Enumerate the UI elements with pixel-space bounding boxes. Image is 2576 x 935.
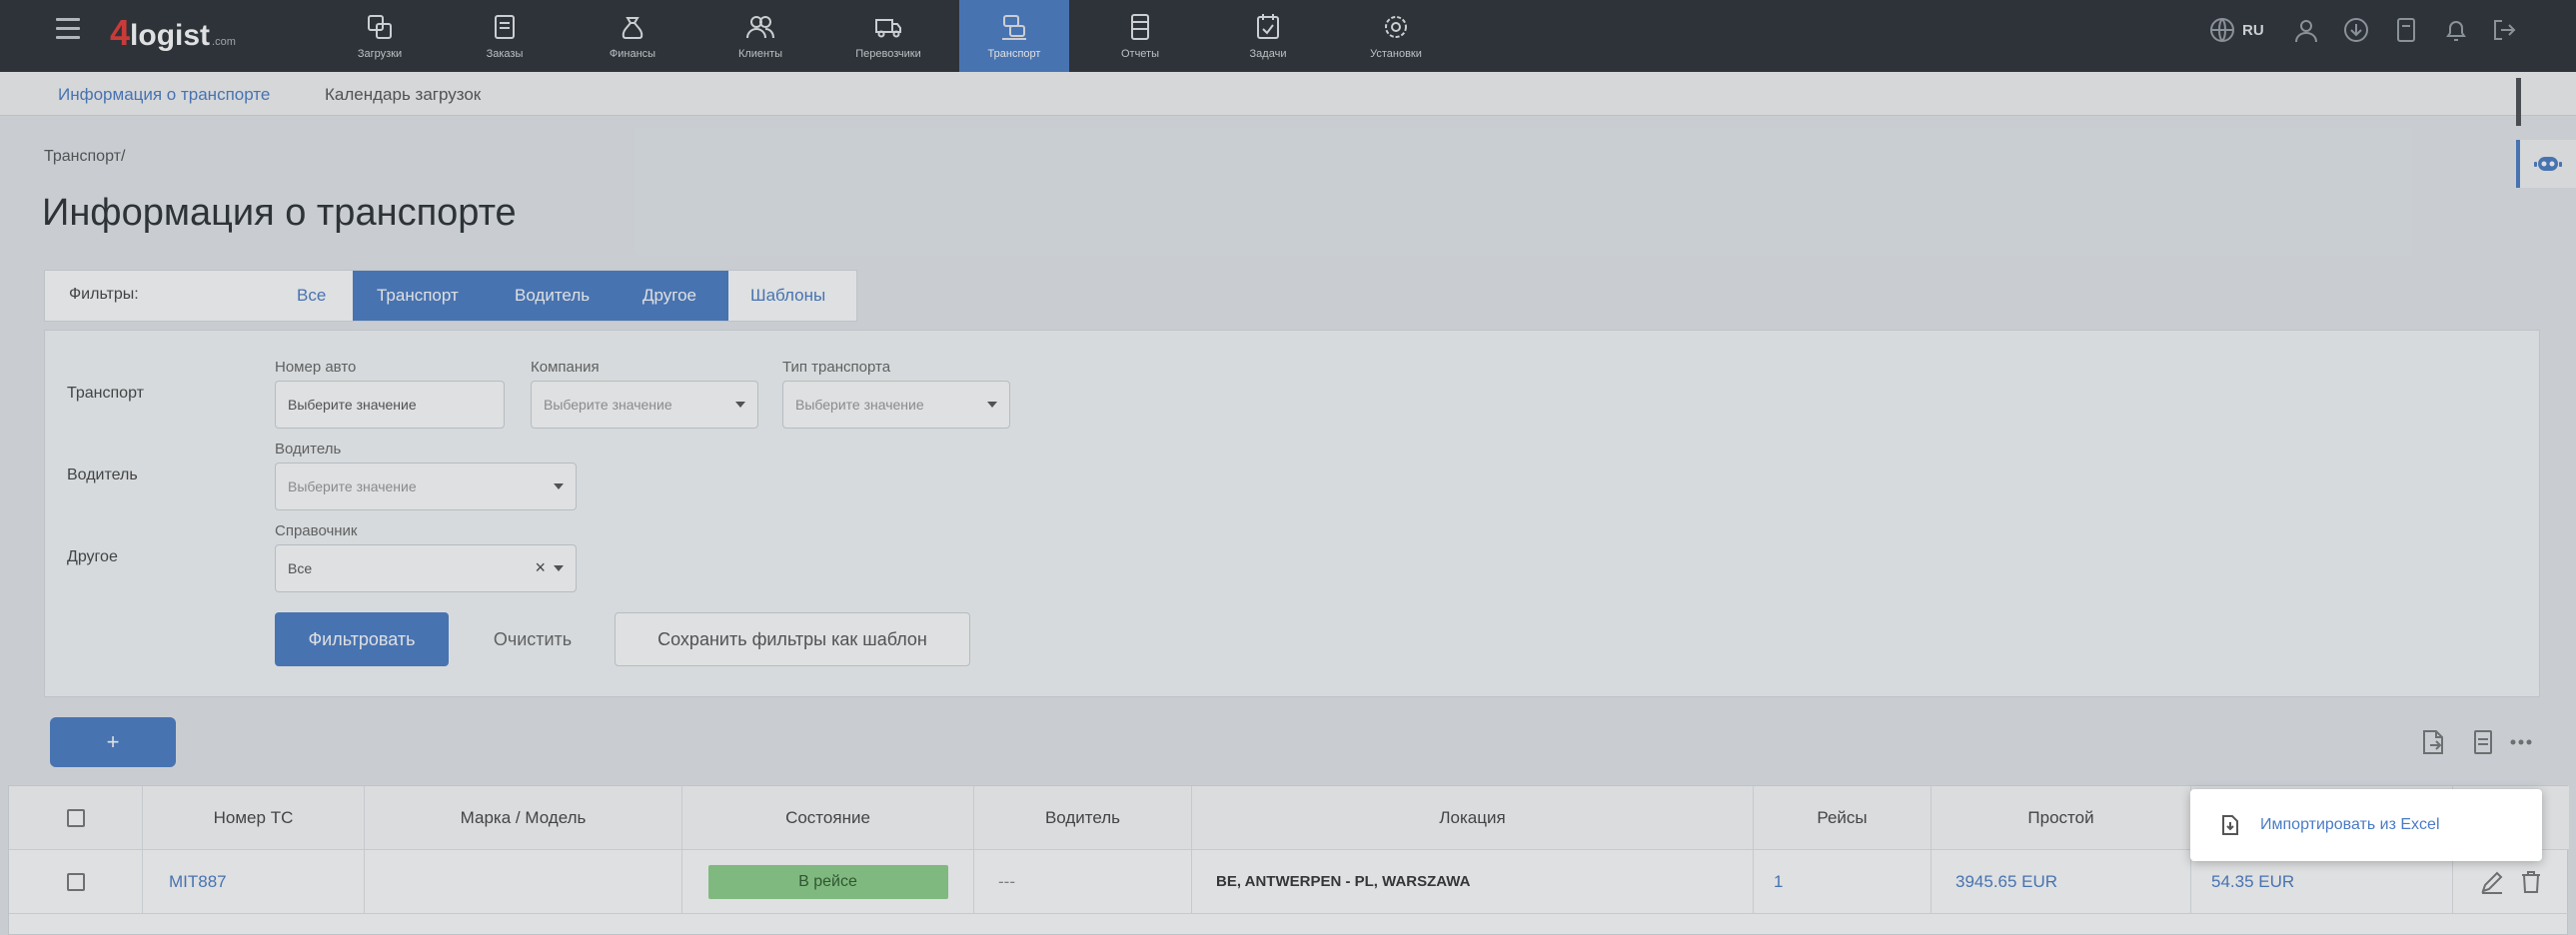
nav-loads[interactable]: Загрузки xyxy=(325,0,435,72)
company-label: Компания xyxy=(531,359,600,376)
user-icon[interactable] xyxy=(2292,16,2320,44)
plate-cell: MIT887 xyxy=(143,850,365,914)
filter-button[interactable]: Фильтровать xyxy=(275,612,449,666)
filter-tabs: Фильтры: Все Транспорт Водитель Другое Ш… xyxy=(44,270,857,322)
logout-icon[interactable] xyxy=(2490,16,2518,44)
plate-input[interactable]: Выберите значение xyxy=(275,381,505,429)
clear-button[interactable]: Очистить xyxy=(473,612,593,666)
col-header-trips[interactable]: Рейсы xyxy=(1754,786,1932,850)
idle-link[interactable]: 3945.65 EUR xyxy=(1955,872,2057,892)
nav-finance[interactable]: Финансы xyxy=(578,0,687,72)
more-options-menu: Импортировать из Excel xyxy=(2190,789,2542,861)
logo[interactable]: 4 logist .com xyxy=(110,12,236,53)
row-label-driver: Водитель xyxy=(67,467,138,483)
filter-tab-driver[interactable]: Водитель xyxy=(515,271,590,321)
row-label-other: Другое xyxy=(67,548,118,565)
globe-icon xyxy=(2210,18,2234,42)
edit-icon[interactable] xyxy=(2479,869,2505,895)
select-all-checkbox[interactable] xyxy=(66,808,85,827)
carriers-icon xyxy=(875,19,901,38)
driver-select[interactable]: Выберите значение xyxy=(275,463,577,510)
import-file-icon[interactable] xyxy=(2418,727,2448,757)
chevron-down-icon xyxy=(554,483,564,489)
transport-type-label: Тип транспорта xyxy=(782,359,891,376)
row-select-cell xyxy=(9,850,143,914)
filter-panel: Транспорт Номер авто Выберите значение К… xyxy=(44,330,2540,697)
transport-type-select[interactable]: Выберите значение xyxy=(782,381,1010,429)
select-all-cell xyxy=(9,786,143,850)
nav-carriers[interactable]: Перевозчики xyxy=(833,0,943,72)
sub-navigation: Информация о транспорте Календарь загруз… xyxy=(0,72,2576,116)
nav-clients[interactable]: Клиенты xyxy=(705,0,815,72)
add-transport-button[interactable]: + xyxy=(50,717,176,767)
model-cell xyxy=(365,850,682,914)
nav-reports[interactable]: Отчеты xyxy=(1085,0,1195,72)
document-icon[interactable] xyxy=(2468,727,2498,757)
plate-link[interactable]: MIT887 xyxy=(169,872,227,892)
notes-icon[interactable] xyxy=(2392,16,2420,44)
reports-icon xyxy=(1131,14,1149,40)
nav-transport[interactable]: Транспорт xyxy=(959,0,1069,72)
tasks-icon xyxy=(1257,14,1279,39)
more-options-icon[interactable] xyxy=(2506,727,2536,757)
chevron-down-icon xyxy=(554,565,564,571)
col-header-status[interactable]: Состояние xyxy=(682,786,974,850)
language-selector[interactable]: RU xyxy=(2208,16,2264,44)
row-checkbox[interactable] xyxy=(66,872,85,891)
reference-select[interactable]: Все × xyxy=(275,544,577,592)
transport-icon xyxy=(1002,15,1026,40)
bell-icon[interactable] xyxy=(2442,16,2470,44)
hamburger-menu-icon[interactable] xyxy=(56,18,80,40)
side-panel-handle[interactable] xyxy=(2516,78,2521,126)
status-badge: В рейсе xyxy=(707,864,948,899)
col-header-driver[interactable]: Водитель xyxy=(974,786,1192,850)
location-cell: BE, ANTWERPEN - PL, WARSZAWA xyxy=(1192,850,1754,914)
trash-icon[interactable] xyxy=(2519,869,2543,895)
trips-cell: 1 xyxy=(1754,850,1932,914)
filter-tab-all[interactable]: Все xyxy=(297,271,326,321)
status-cell: В рейсе xyxy=(682,850,974,914)
filter-tab-templates[interactable]: Шаблоны xyxy=(750,271,825,321)
subnav-transport-info[interactable]: Информация о транспорте xyxy=(58,85,270,105)
filter-tab-other[interactable]: Другое xyxy=(643,271,696,321)
company-select[interactable]: Выберите значение xyxy=(531,381,758,429)
orders-icon xyxy=(495,15,515,39)
transport-table: Номер ТС Марка / Модель Состояние Водите… xyxy=(8,785,2569,935)
filter-tab-transport[interactable]: Транспорт xyxy=(377,271,459,321)
driver-label: Водитель xyxy=(275,441,342,458)
nav-settings[interactable]: Установки xyxy=(1341,0,1451,72)
nav-tasks[interactable]: Задачи xyxy=(1213,0,1323,72)
subnav-loading-calendar[interactable]: Календарь загрузок xyxy=(325,85,481,105)
finance-icon xyxy=(622,17,644,39)
chevron-down-icon xyxy=(735,402,745,408)
robot-icon xyxy=(2534,157,2562,171)
page-title: Информация о транспорте xyxy=(42,192,517,234)
download-icon[interactable] xyxy=(2342,16,2370,44)
col-header-location[interactable]: Локация xyxy=(1192,786,1754,850)
filters-label: Фильтры: xyxy=(69,286,139,303)
clients-icon xyxy=(746,16,774,39)
extra-link[interactable]: 54.35 EUR xyxy=(2211,872,2294,892)
excel-import-icon xyxy=(2222,815,2238,835)
breadcrumb[interactable]: Транспорт/ xyxy=(44,148,125,166)
nav-orders[interactable]: Заказы xyxy=(450,0,560,72)
idle-cell: 3945.65 EUR xyxy=(1932,850,2191,914)
import-excel-menu-item[interactable]: Импортировать из Excel xyxy=(2260,816,2440,834)
loads-icon xyxy=(368,15,392,39)
plate-label: Номер авто xyxy=(275,359,357,376)
assistant-bot-button[interactable] xyxy=(2516,140,2576,188)
top-bar: 4 logist .com Загрузки Заказы Финансы Клие… xyxy=(0,0,2576,72)
save-template-button[interactable]: Сохранить фильтры как шаблон xyxy=(615,612,970,666)
driver-cell: --- xyxy=(974,850,1192,914)
clear-icon[interactable]: × xyxy=(535,557,546,578)
trips-link[interactable]: 1 xyxy=(1774,872,1783,892)
col-header-idle[interactable]: Простой xyxy=(1932,786,2191,850)
reference-label: Справочник xyxy=(275,522,358,539)
settings-icon xyxy=(1385,16,1407,38)
col-header-model[interactable]: Марка / Модель xyxy=(365,786,682,850)
row-label-transport: Транспорт xyxy=(67,385,144,402)
col-header-plate[interactable]: Номер ТС xyxy=(143,786,365,850)
chevron-down-icon xyxy=(987,402,997,408)
